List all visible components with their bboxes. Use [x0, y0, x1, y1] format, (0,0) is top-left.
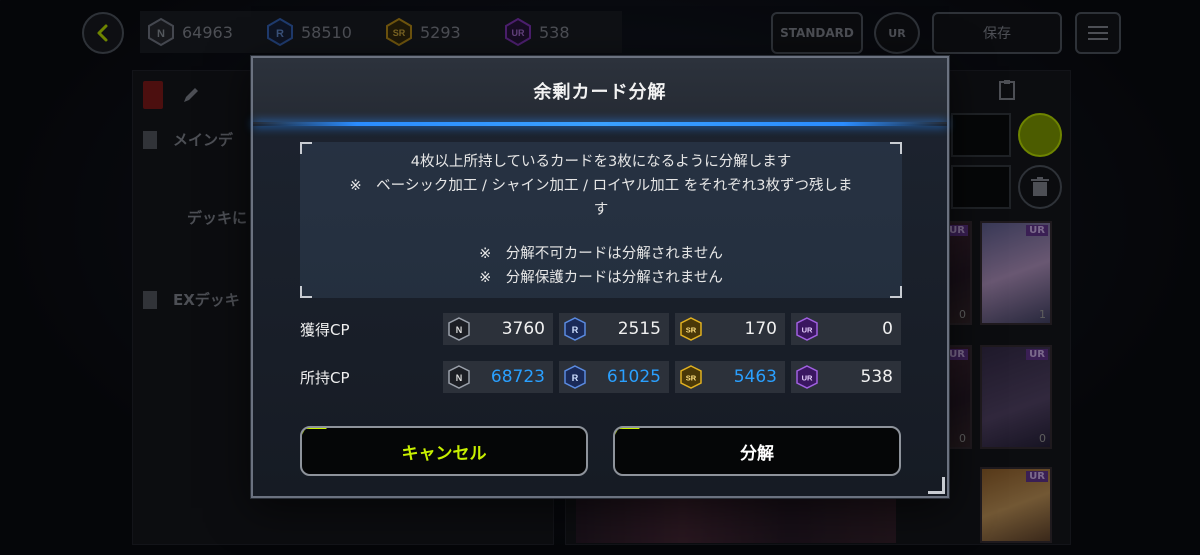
gain-cp-row: 獲得CP N 3760 R 2515 SR 170 UR 0 — [300, 313, 902, 345]
gain-cp-ur-value: 0 — [882, 319, 893, 339]
owned-cp-sr-value: 5463 — [733, 367, 777, 387]
owned-cp-label: 所持CP — [300, 368, 350, 387]
svg-text:UR: UR — [802, 326, 813, 335]
svg-text:SR: SR — [686, 326, 697, 335]
owned-cp-row: 所持CP N 68723 R 61025 SR 5463 UR 538 — [300, 361, 902, 393]
gain-cp-r: R 2515 — [559, 313, 669, 345]
owned-cp-r: R 61025 — [559, 361, 669, 393]
cp-sr-gem-icon: SR — [680, 365, 702, 389]
gain-cp-sr: SR 170 — [675, 313, 785, 345]
gain-cp-ur: UR 0 — [791, 313, 901, 345]
cancel-button[interactable]: キャンセル — [300, 426, 588, 476]
corner-bracket — [890, 142, 902, 154]
gain-cp-n: N 3760 — [443, 313, 553, 345]
button-accent — [615, 428, 643, 442]
button-accent — [302, 428, 330, 442]
info-text-protected: ※ 分解保護カードは分解されません — [479, 270, 723, 286]
svg-text:R: R — [572, 325, 579, 335]
owned-cp-sr: SR 5463 — [675, 361, 785, 393]
owned-cp-r-value: 61025 — [606, 367, 661, 387]
gain-cp-r-value: 2515 — [617, 319, 661, 339]
dialog-title: 余剰カード分解 — [533, 82, 667, 103]
svg-text:UR: UR — [802, 374, 813, 383]
cp-ur-gem-icon: UR — [796, 317, 818, 341]
cp-n-gem-icon: N — [448, 317, 470, 341]
gain-cp-n-value: 3760 — [501, 319, 545, 339]
svg-text:R: R — [572, 373, 579, 383]
info-text-note: ※ ベーシック加工 / シャイン加工 / ロイヤル加工 をそれぞれ3枚ずつ残しま — [349, 178, 853, 194]
corner-bracket — [300, 286, 312, 298]
cp-n-gem-icon: N — [448, 365, 470, 389]
svg-text:N: N — [456, 373, 463, 383]
cp-r-gem-icon: R — [564, 365, 586, 389]
owned-cp-n-value: 68723 — [490, 367, 545, 387]
cp-r-gem-icon: R — [564, 317, 586, 341]
owned-cp-ur-value: 538 — [860, 367, 893, 387]
svg-text:SR: SR — [686, 374, 697, 383]
corner-bracket — [890, 286, 902, 298]
info-box: 4枚以上所持しているカードを3枚になるように分解します ※ ベーシック加工 / … — [300, 142, 902, 298]
cp-ur-gem-icon: UR — [796, 365, 818, 389]
dismantle-button-label: 分解 — [740, 443, 774, 464]
cancel-button-label: キャンセル — [401, 443, 487, 464]
corner-bracket — [300, 142, 312, 154]
svg-text:N: N — [456, 325, 463, 335]
info-text-main: 4枚以上所持しているカードを3枚になるように分解します — [410, 154, 792, 170]
header-divider — [253, 122, 947, 126]
dismantle-button[interactable]: 分解 — [613, 426, 901, 476]
dismantle-dialog: 余剰カード分解 4枚以上所持しているカードを3枚になるように分解します ※ ベー… — [251, 56, 949, 498]
info-text-undismantlable: ※ 分解不可カードは分解されません — [479, 246, 723, 262]
dialog-header: 余剰カード分解 — [253, 58, 947, 124]
gain-cp-sr-value: 170 — [744, 319, 777, 339]
owned-cp-n: N 68723 — [443, 361, 553, 393]
gain-cp-label: 獲得CP — [300, 320, 350, 339]
owned-cp-ur: UR 538 — [791, 361, 901, 393]
info-text-note-cont: す — [593, 202, 609, 218]
cp-sr-gem-icon: SR — [680, 317, 702, 341]
